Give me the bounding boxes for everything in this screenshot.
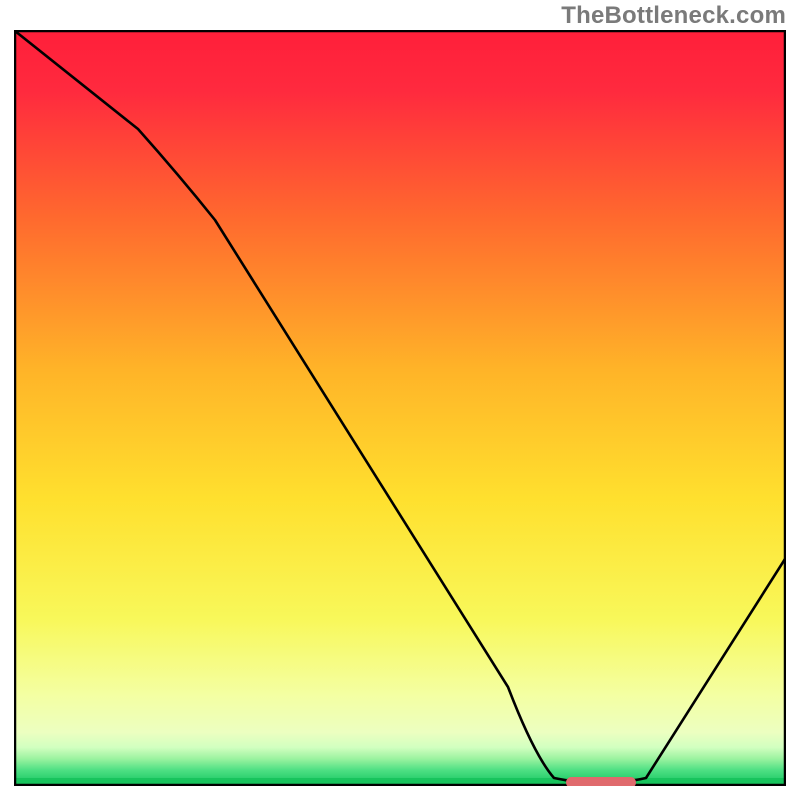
optimal-marker [566,777,636,786]
plot-svg [14,30,786,786]
watermark-text: TheBottleneck.com [561,2,786,30]
bottleneck-plot [14,30,786,786]
gradient-background [15,31,785,785]
chart-stage: TheBottleneck.com [0,0,800,800]
